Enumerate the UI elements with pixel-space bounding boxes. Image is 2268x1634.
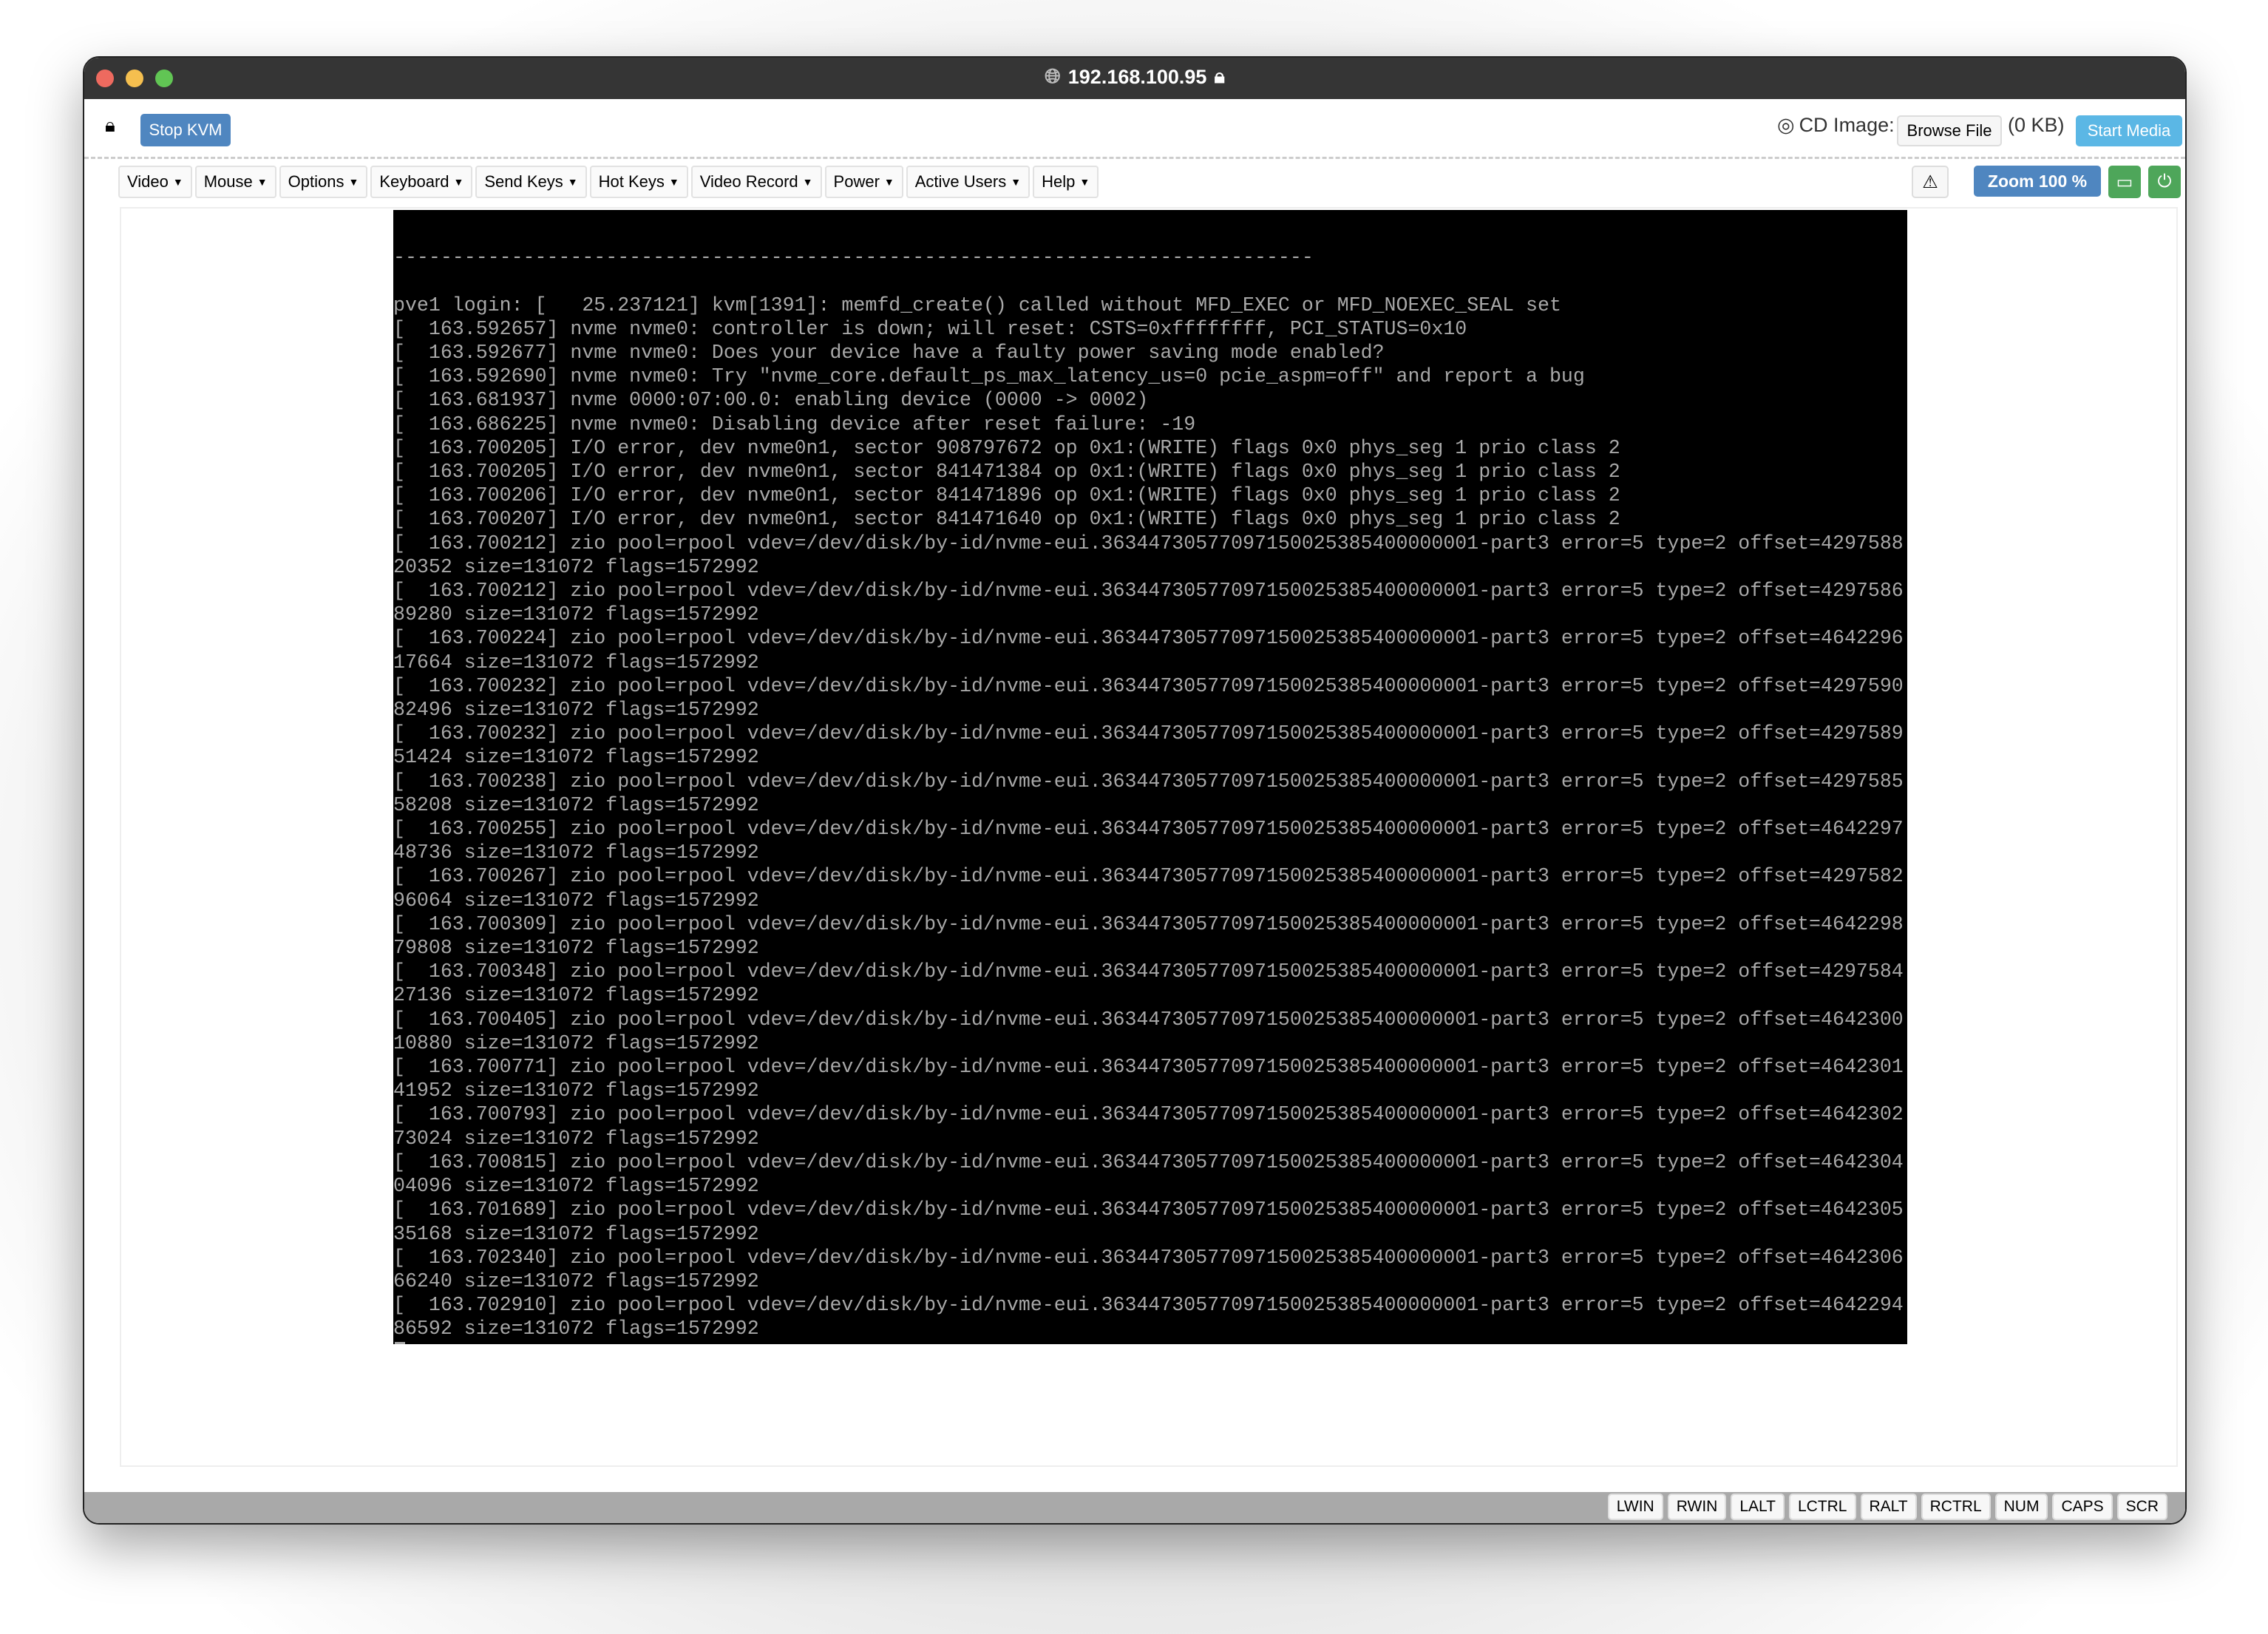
lock-icon: 🔒︎: [1214, 65, 1225, 87]
console-line: [ 163.700815] zio pool=rpool vdev=/dev/d…: [393, 1150, 1904, 1198]
menu-send-keys[interactable]: Send Keys ▼: [475, 166, 587, 198]
console-line: [ 163.700205] I/O error, dev nvme0n1, se…: [393, 461, 1620, 483]
menu-label: Help: [1042, 172, 1076, 191]
console-line: [ 163.681937] nvme 0000:07:00.0: enablin…: [393, 389, 1149, 412]
warning-icon: ⚠︎: [1922, 172, 1938, 192]
menu-power[interactable]: Power ▼: [824, 166, 903, 198]
console-line: [ 163.700405] zio pool=rpool vdev=/dev/d…: [393, 1008, 1904, 1054]
console-line: [ 163.700207] I/O error, dev nvme0n1, se…: [393, 508, 1620, 531]
console-line: [ 163.700205] I/O error, dev nvme0n1, se…: [393, 436, 1620, 459]
cd-image-label: ◎ CD Image:: [1777, 114, 1895, 137]
menu-video-record[interactable]: Video Record ▼: [690, 166, 822, 198]
warning-button[interactable]: ⚠︎: [1912, 166, 1949, 198]
menu-video[interactable]: Video ▼: [118, 166, 192, 198]
status-bar: LWIN RWIN LALT LCTRL RALT RCTRL NUM CAPS SCR: [84, 1492, 2185, 1523]
key-indicator-caps[interactable]: CAPS: [2052, 1494, 2113, 1520]
console-line: [ 163.701689] zio pool=rpool vdev=/dev/d…: [393, 1199, 1904, 1245]
cd-image-text: CD Image:: [1799, 114, 1895, 136]
console-line: [ 163.700238] zio pool=rpool vdev=/dev/d…: [393, 770, 1904, 816]
caret-down-icon: ▼: [668, 176, 679, 188]
console-line: [ 163.702910] zio pool=rpool vdev=/dev/d…: [393, 1294, 1904, 1340]
menu-label: Active Users: [914, 172, 1007, 191]
address-title: 🌐︎ 192.168.100.95 🔒︎: [84, 65, 2185, 89]
menu-label: Mouse: [203, 172, 253, 191]
console-output: ----------------------------------------…: [393, 210, 1904, 1341]
console-line: [ 163.700348] zio pool=rpool vdev=/dev/d…: [393, 960, 1904, 1007]
console-line: [ 163.592677] nvme nvme0: Does your devi…: [393, 341, 1385, 364]
console-line: [ 163.700309] zio pool=rpool vdev=/dev/d…: [393, 912, 1904, 960]
menu-label: Options: [288, 172, 344, 191]
console-line: [ 163.700255] zio pool=rpool vdev=/dev/d…: [393, 818, 1904, 864]
menu-mouse[interactable]: Mouse ▼: [194, 166, 276, 198]
console-line: [ 163.702340] zio pool=rpool vdev=/dev/d…: [393, 1246, 1904, 1292]
menu-keyboard[interactable]: Keyboard ▼: [370, 166, 473, 198]
key-indicator-rctrl[interactable]: RCTRL: [1921, 1494, 1991, 1520]
kvm-console-screen[interactable]: ----------------------------------------…: [393, 210, 1907, 1344]
caret-down-icon: ▼: [1011, 176, 1022, 188]
console-line: [ 163.700771] zio pool=rpool vdev=/dev/d…: [393, 1056, 1904, 1102]
console-line: [ 163.700232] zio pool=rpool vdev=/dev/d…: [393, 722, 1904, 769]
keyboard-indicators: LWIN RWIN LALT LCTRL RALT RCTRL NUM CAPS SCR: [1607, 1494, 2167, 1520]
disc-icon: ◎: [1777, 114, 1795, 136]
menu-label: Power: [833, 172, 880, 191]
menu-label: Video: [127, 172, 169, 191]
monitor-icon: ▭: [2116, 172, 2133, 192]
key-indicator-lalt[interactable]: LALT: [1731, 1494, 1785, 1520]
console-line: [ 163.700793] zio pool=rpool vdev=/dev/d…: [393, 1103, 1904, 1150]
menu-hot-keys[interactable]: Hot Keys ▼: [589, 166, 688, 198]
caret-down-icon: ▼: [257, 176, 268, 188]
top-toolbar: 🔒︎ Stop KVM ◎ CD Image: Browse File (0 K…: [84, 99, 2185, 157]
console-line: [ 163.592657] nvme nvme0: controller is …: [393, 317, 1467, 340]
key-indicator-num[interactable]: NUM: [1994, 1494, 2048, 1520]
menu-label: Keyboard: [379, 172, 449, 191]
power-icon: ⏻︎: [2157, 172, 2172, 191]
key-indicator-scr[interactable]: SCR: [2116, 1494, 2167, 1520]
title-bar: 🌐︎ 192.168.100.95 🔒︎: [84, 58, 2185, 99]
key-indicator-lwin[interactable]: LWIN: [1607, 1494, 1663, 1520]
browser-window: 🌐︎ 192.168.100.95 🔒︎ 🔒︎ Stop KVM ◎ CD Im…: [83, 56, 2187, 1525]
console-line: [ 163.700232] zio pool=rpool vdev=/dev/d…: [393, 674, 1904, 722]
console-line: [ 163.700212] zio pool=rpool vdev=/dev/d…: [393, 532, 1904, 578]
stop-kvm-button[interactable]: Stop KVM: [140, 114, 231, 146]
caret-down-icon: ▼: [883, 176, 894, 188]
key-indicator-rwin[interactable]: RWIN: [1667, 1494, 1727, 1520]
menu-bar: Video ▼ Mouse ▼ Options ▼ Keyboard ▼ Send Keys ▼ H…: [118, 166, 1099, 200]
text-cursor: [395, 1342, 405, 1344]
console-line: [ 163.700212] zio pool=rpool vdev=/dev/d…: [393, 580, 1904, 626]
console-line: [ 163.700267] zio pool=rpool vdev=/dev/d…: [393, 865, 1904, 912]
caret-down-icon: ▼: [348, 176, 359, 188]
power-button[interactable]: ⏻︎: [2148, 166, 2181, 198]
browse-file-button[interactable]: Browse File: [1897, 115, 2002, 146]
caret-down-icon: ▼: [567, 176, 578, 188]
key-indicator-lctrl[interactable]: LCTRL: [1788, 1494, 1856, 1520]
menu-help[interactable]: Help ▼: [1033, 166, 1099, 198]
console-line: [ 163.592690] nvme nvme0: Try "nvme_core…: [393, 365, 1585, 388]
divider: [84, 157, 2185, 159]
display-button[interactable]: ▭: [2108, 166, 2141, 198]
caret-down-icon: ▼: [453, 176, 464, 188]
caret-down-icon: ▼: [172, 176, 183, 188]
menu-label: Video Record: [699, 172, 798, 191]
lock-icon[interactable]: 🔒︎: [105, 114, 115, 138]
key-indicator-ralt[interactable]: RALT: [1860, 1494, 1917, 1520]
zoom-button[interactable]: Zoom 100 %: [1974, 166, 2101, 197]
start-media-button[interactable]: Start Media: [2076, 115, 2182, 146]
console-line: pve1 login: [ 25.237121] kvm[1391]: memf…: [393, 294, 1561, 316]
menu-label: Send Keys: [484, 172, 563, 191]
file-size: (0 KB): [2008, 114, 2065, 136]
address-text: 192.168.100.95: [1067, 65, 1207, 88]
globe-icon: 🌐︎: [1045, 65, 1061, 87]
menu-options[interactable]: Options ▼: [279, 166, 368, 198]
console-line: [ 163.700224] zio pool=rpool vdev=/dev/d…: [393, 627, 1904, 674]
caret-down-icon: ▼: [1079, 176, 1090, 188]
console-line: [ 163.700206] I/O error, dev nvme0n1, se…: [393, 484, 1620, 507]
console-line: ----------------------------------------…: [393, 246, 1314, 269]
menu-label: Hot Keys: [598, 172, 665, 191]
caret-down-icon: ▼: [802, 176, 813, 188]
menu-active-users[interactable]: Active Users ▼: [906, 166, 1031, 198]
console-line: [ 163.686225] nvme nvme0: Disabling devi…: [393, 413, 1196, 435]
